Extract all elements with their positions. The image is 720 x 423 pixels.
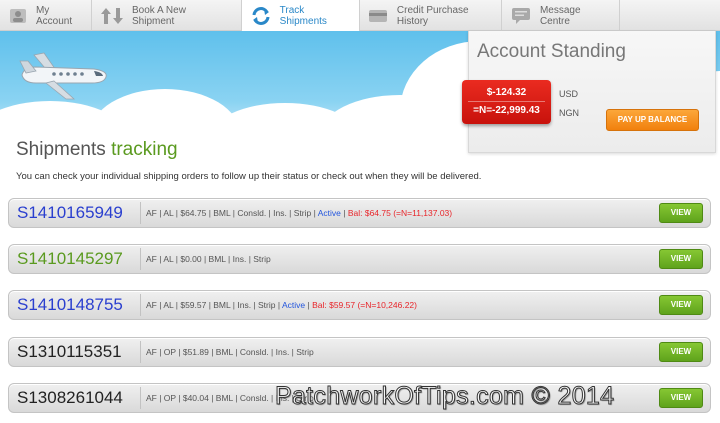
ngn-balance: =N=-22,999.43: [473, 105, 540, 116]
shipment-number[interactable]: S1310115351: [17, 342, 141, 362]
page-title: Shipments tracking: [16, 139, 178, 161]
tab-label: Track Shipments: [279, 4, 327, 27]
tab-label: Credit Purchase History: [396, 4, 469, 27]
tab-message-centre[interactable]: Message Centre: [502, 0, 620, 31]
airplane-icon: [19, 52, 107, 100]
tab-book-shipment[interactable]: Book A New Shipment: [92, 0, 242, 31]
tab-credit-history[interactable]: Credit Purchase History: [360, 0, 502, 31]
shipment-number[interactable]: S1410165949: [17, 203, 141, 223]
view-button[interactable]: VIEW: [659, 388, 703, 408]
view-button[interactable]: VIEW: [659, 249, 703, 269]
pay-up-balance-button[interactable]: PAY UP BALANCE: [606, 109, 699, 131]
balance-text: Bal: $64.75 (=N=11,137.03): [347, 208, 453, 218]
message-icon: [510, 7, 532, 25]
row-divider: [140, 341, 141, 363]
ngn-label: NGN: [559, 108, 579, 118]
account-standing-title: Account Standing: [477, 41, 626, 62]
user-icon: [8, 7, 28, 25]
balance-text: Bal: $59.57 (=N=10,246.22): [312, 300, 417, 310]
details-sep: |: [343, 208, 346, 218]
usd-balance: $-124.32: [486, 87, 527, 98]
shipment-details: AF | AL | $0.00 | BML | Ins. | Strip: [146, 254, 271, 264]
shipment-number[interactable]: S1410148755: [17, 295, 141, 315]
details-text: AF | AL | $64.75 | BML | Consld. | Ins. …: [146, 208, 316, 218]
details-sep: |: [307, 300, 310, 310]
shipment-details: AF | AL | $64.75 | BML | Consld. | Ins. …: [146, 208, 452, 218]
watermark: PatchworkOfTips.com © 2014: [274, 382, 615, 411]
tab-label: Book A New Shipment: [132, 4, 186, 27]
shipment-number[interactable]: S1308261044: [17, 388, 141, 408]
view-button[interactable]: VIEW: [659, 295, 703, 315]
row-divider: [140, 387, 141, 409]
credit-card-icon: [368, 7, 389, 25]
tab-my-account[interactable]: My Account: [0, 0, 92, 31]
tab-label: Message Centre: [539, 4, 581, 27]
shipment-details: AF | AL | $59.57 | BML | Ins. | Strip | …: [146, 300, 417, 310]
page-title-main: Shipments: [16, 139, 106, 160]
details-text: AF | AL | $59.57 | BML | Ins. | Strip |: [146, 300, 281, 310]
shipment-number[interactable]: S1410145297: [17, 249, 141, 269]
shipment-row: S1410145297 AF | AL | $0.00 | BML | Ins.…: [8, 244, 711, 274]
details-text: AF | OP | $51.89 | BML | Consld. | Ins. …: [146, 347, 314, 357]
top-navigation: My Account Book A New Shipment Track Shi…: [0, 0, 720, 32]
status-active: Active: [317, 208, 341, 218]
tab-label: My Account: [35, 4, 73, 27]
usd-label: USD: [559, 89, 579, 99]
balance-badge: $-124.32 =N=-22,999.43: [462, 80, 551, 124]
details-text: AF | AL | $0.00 | BML | Ins. | Strip: [146, 254, 271, 264]
row-divider: [140, 248, 141, 270]
row-divider: [140, 202, 141, 224]
row-divider: [140, 294, 141, 316]
page-description: You can check your individual shipping o…: [16, 171, 482, 182]
status-active: Active: [281, 300, 306, 310]
balance-divider: [468, 101, 545, 102]
shipment-row: S1410165949 AF | AL | $64.75 | BML | Con…: [8, 198, 711, 228]
arrows-icon: [100, 7, 124, 25]
page-title-accent: tracking: [111, 139, 178, 160]
shipment-details: AF | OP | $51.89 | BML | Consld. | Ins. …: [146, 347, 314, 357]
view-button[interactable]: VIEW: [659, 203, 703, 223]
tab-track-shipments[interactable]: Track Shipments: [242, 0, 360, 32]
shipment-row: S1410148755 AF | AL | $59.57 | BML | Ins…: [8, 290, 711, 320]
refresh-icon: [250, 6, 272, 25]
shipment-row: S1310115351 AF | OP | $51.89 | BML | Con…: [8, 337, 711, 367]
view-button[interactable]: VIEW: [659, 342, 703, 362]
